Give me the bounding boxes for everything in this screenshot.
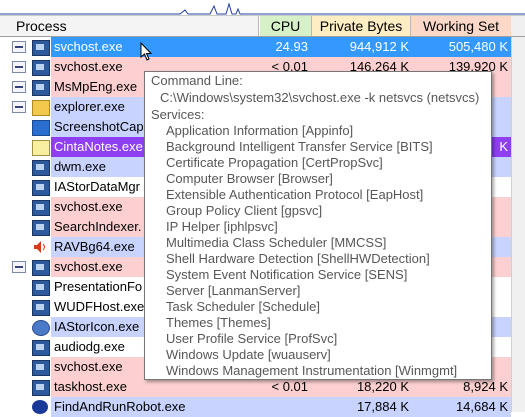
tooltip-service-item: Task Scheduler [Schedule] bbox=[166, 299, 320, 314]
window-icon bbox=[32, 40, 50, 56]
tooltip-service-item: Multimedia Class Scheduler [MMCSS] bbox=[166, 235, 387, 250]
process-name: svchost.exe bbox=[54, 359, 123, 374]
process-name: MsMpEng.exe bbox=[54, 79, 138, 94]
cpu-value: < 0.01 bbox=[271, 379, 308, 394]
column-private-bytes[interactable]: Private Bytes bbox=[312, 16, 411, 36]
column-cpu[interactable]: CPU bbox=[260, 16, 312, 36]
column-working-set[interactable]: Working Set bbox=[411, 16, 511, 36]
process-name: SearchIndexer. bbox=[54, 219, 142, 234]
process-name: PresentationFo bbox=[54, 279, 143, 294]
window-icon bbox=[32, 200, 50, 216]
window-icon bbox=[32, 180, 50, 196]
window-icon bbox=[32, 160, 50, 176]
process-row[interactable]: taskhost.exe < 0.01 18,220 K 8,924 K bbox=[0, 377, 511, 397]
tooltip-service-item: Computer Browser [Browser] bbox=[166, 171, 333, 186]
cpu-history-lines bbox=[0, 2, 525, 15]
folder-icon bbox=[32, 100, 50, 116]
collapse-toggle-icon[interactable] bbox=[12, 101, 26, 113]
collapse-toggle-icon[interactable] bbox=[12, 61, 26, 73]
private-bytes-value: 18,220 K bbox=[356, 379, 409, 394]
process-name: svchost.exe bbox=[54, 39, 123, 54]
process-name: FindAndRunRobot.exe bbox=[54, 399, 186, 414]
collapse-toggle-icon[interactable] bbox=[12, 41, 26, 53]
working-set-value: 8,924 K bbox=[463, 379, 508, 394]
process-row[interactable]: svchost.exe 24.93 944,912 K 505,480 K bbox=[0, 37, 511, 57]
process-name: RAVBg64.exe bbox=[54, 239, 135, 254]
tooltip-service-item: Group Policy Client [gpsvc] bbox=[166, 203, 323, 218]
cpu-value: 24.93 bbox=[275, 39, 308, 54]
window-icon bbox=[32, 280, 50, 296]
tooltip-service-item: Extensible Authentication Protocol [EapH… bbox=[166, 187, 424, 202]
storage-icon bbox=[32, 320, 50, 336]
working-set-value: 505,480 K bbox=[448, 39, 508, 54]
tooltip-service-item: Application Information [Appinfo] bbox=[166, 123, 354, 138]
process-name: ScreenshotCap bbox=[54, 119, 144, 134]
working-set-value: 14,684 K bbox=[455, 399, 508, 414]
tooltip-service-item: IP Helper [iphlpsvc] bbox=[166, 219, 278, 234]
header-scroll-corner bbox=[511, 16, 525, 36]
process-name: dwm.exe bbox=[54, 159, 107, 174]
vertical-scrollbar[interactable] bbox=[511, 37, 525, 412]
screenshot-icon bbox=[32, 120, 50, 136]
window-icon bbox=[32, 220, 50, 236]
tooltip-command-line: C:\Windows\system32\svchost.exe -k netsv… bbox=[160, 90, 480, 105]
notes-icon bbox=[32, 140, 50, 156]
private-bytes-value: 944,912 K bbox=[349, 39, 409, 54]
process-name: audiodg.exe bbox=[54, 339, 125, 354]
collapse-toggle-icon[interactable] bbox=[12, 261, 26, 273]
process-name: IAStorIcon.exe bbox=[54, 319, 140, 334]
process-tooltip: Command Line: C:\Windows\system32\svchos… bbox=[144, 71, 492, 380]
tooltip-service-item: Background Intelligent Transfer Service … bbox=[166, 139, 433, 154]
collapse-toggle-icon[interactable] bbox=[12, 81, 26, 93]
process-name: IAStorDataMgr bbox=[54, 179, 140, 194]
window-icon bbox=[32, 340, 50, 356]
private-bytes-value: 17,884 K bbox=[356, 399, 409, 414]
tooltip-service-item: Certificate Propagation [CertPropSvc] bbox=[166, 155, 383, 170]
process-name: taskhost.exe bbox=[54, 379, 127, 394]
window-icon bbox=[32, 80, 50, 96]
column-header: Process CPU Private Bytes Working Set bbox=[0, 16, 525, 37]
window-icon bbox=[32, 260, 50, 276]
column-process[interactable]: Process bbox=[0, 16, 259, 36]
window-icon bbox=[32, 360, 50, 376]
window-icon bbox=[32, 60, 50, 76]
process-name: svchost.exe bbox=[54, 199, 123, 214]
tooltip-command-line-label: Command Line: bbox=[151, 73, 243, 88]
process-name: explorer.exe bbox=[54, 99, 125, 114]
mouse-cursor-icon bbox=[140, 42, 153, 61]
tooltip-service-item: Server [LanmanServer] bbox=[166, 283, 301, 298]
tooltip-service-item: System Event Notification Service [SENS] bbox=[166, 267, 408, 282]
process-name: WUDFHost.exe bbox=[54, 299, 145, 314]
tooltip-service-item: Themes [Themes] bbox=[166, 315, 271, 330]
cpu-history-graph bbox=[0, 0, 525, 16]
process-row[interactable]: FindAndRunRobot.exe 17,884 K 14,684 K bbox=[0, 397, 511, 417]
process-name: svchost.exe bbox=[54, 59, 123, 74]
process-name: svchost.exe bbox=[54, 259, 123, 274]
tooltip-service-item: Shell Hardware Detection [ShellHWDetecti… bbox=[166, 251, 430, 266]
tooltip-service-item: Windows Management Instrumentation [Winm… bbox=[166, 363, 458, 378]
window-icon bbox=[32, 300, 50, 316]
tooltip-service-item: Windows Update [wuauserv] bbox=[166, 347, 331, 362]
window-icon bbox=[32, 380, 50, 396]
process-name: CintaNotes.exe bbox=[54, 139, 143, 154]
speaker-icon bbox=[32, 240, 48, 254]
tooltip-services-label: Services: bbox=[151, 107, 205, 122]
tooltip-service-item: User Profile Service [ProfSvc] bbox=[166, 331, 338, 346]
